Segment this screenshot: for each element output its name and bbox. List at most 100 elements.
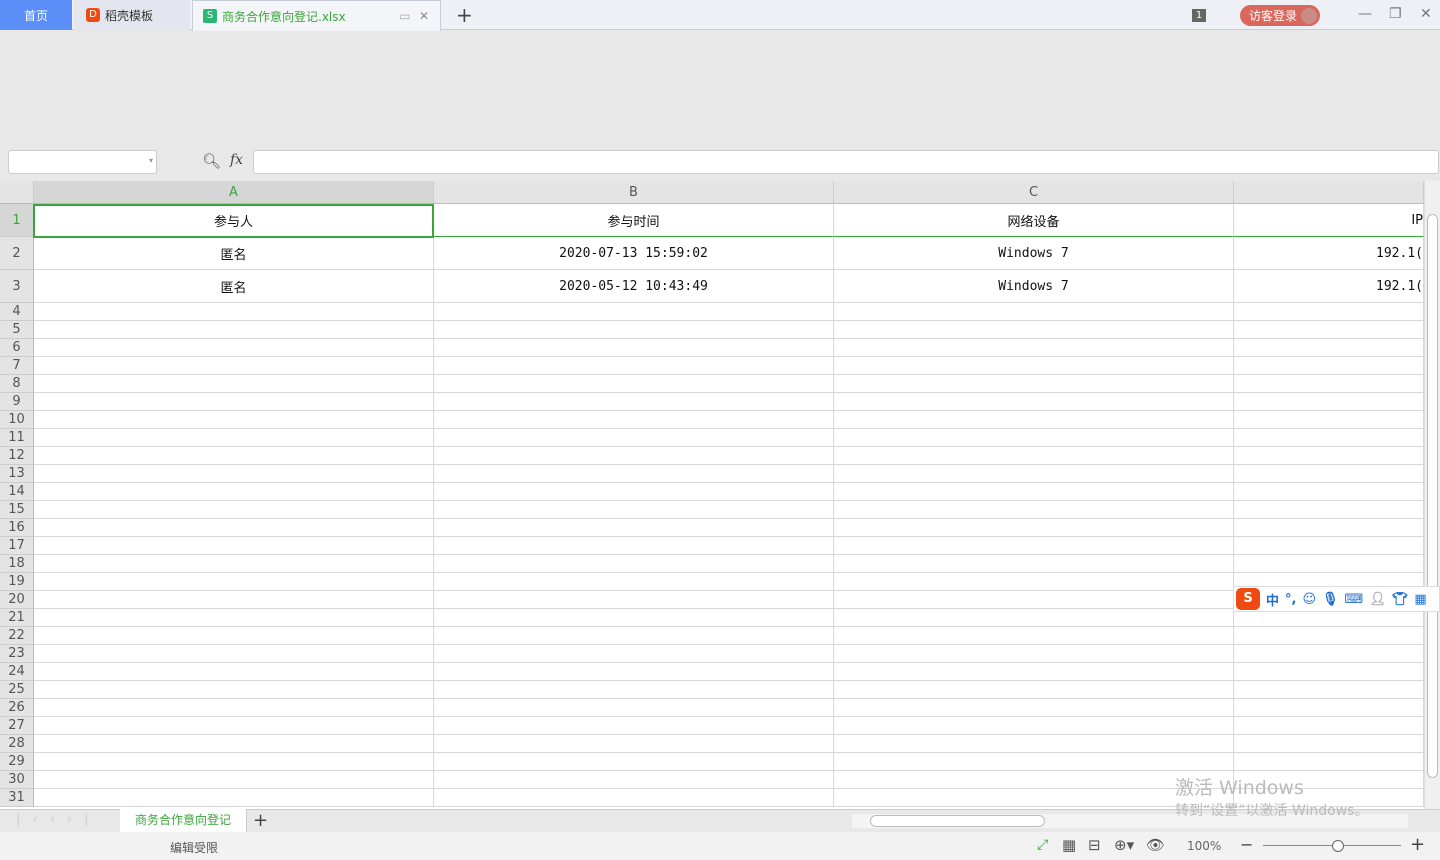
cell[interactable]: [1234, 447, 1424, 465]
window-count-badge[interactable]: 1: [1192, 9, 1206, 22]
row-header[interactable]: 19: [0, 573, 34, 591]
row-header[interactable]: 23: [0, 645, 34, 663]
row-header[interactable]: 13: [0, 465, 34, 483]
cell[interactable]: [34, 627, 434, 645]
cell[interactable]: [434, 393, 834, 411]
cell[interactable]: [834, 627, 1234, 645]
minimize-button[interactable]: —: [1358, 6, 1372, 22]
cell[interactable]: [434, 375, 834, 393]
cell[interactable]: [434, 465, 834, 483]
cell[interactable]: [1234, 717, 1424, 735]
sheet-nav-arrows-icon[interactable]: |‹‹›|: [16, 812, 100, 827]
cell[interactable]: 2020-05-12 10:43:49: [434, 270, 834, 303]
cell[interactable]: [834, 393, 1234, 411]
cell[interactable]: [434, 681, 834, 699]
cell[interactable]: 匿名: [34, 270, 434, 303]
cell[interactable]: [34, 753, 434, 771]
cell[interactable]: [34, 645, 434, 663]
cell[interactable]: [1234, 411, 1424, 429]
cell[interactable]: [1234, 627, 1424, 645]
cell[interactable]: [834, 699, 1234, 717]
cell[interactable]: [34, 519, 434, 537]
column-header[interactable]: A: [34, 181, 434, 204]
column-header[interactable]: [1234, 181, 1424, 204]
zoom-find-icon[interactable]: 🔍︎: [202, 152, 221, 170]
cell[interactable]: [434, 645, 834, 663]
column-header[interactable]: B: [434, 181, 834, 204]
cell[interactable]: [1234, 735, 1424, 753]
vertical-scroll-thumb[interactable]: [1427, 214, 1438, 778]
row-header[interactable]: 24: [0, 663, 34, 681]
name-box[interactable]: ▾: [8, 150, 157, 174]
header-cell[interactable]: 参与时间: [434, 204, 834, 237]
cell[interactable]: [434, 429, 834, 447]
row-header[interactable]: 4: [0, 303, 34, 321]
cell[interactable]: 匿名: [34, 237, 434, 270]
cell[interactable]: [1234, 555, 1424, 573]
cell[interactable]: Windows 7: [834, 237, 1234, 270]
page-break-view-icon[interactable]: ⊟: [1088, 836, 1101, 854]
row-header[interactable]: 1: [0, 204, 34, 237]
cell[interactable]: [834, 663, 1234, 681]
cell[interactable]: [434, 735, 834, 753]
cell[interactable]: [34, 393, 434, 411]
row-header[interactable]: 11: [0, 429, 34, 447]
cell[interactable]: [1234, 519, 1424, 537]
selected-cell-outline[interactable]: [33, 204, 434, 238]
cell[interactable]: [434, 483, 834, 501]
cell[interactable]: [34, 735, 434, 753]
cell[interactable]: [434, 591, 834, 609]
cell[interactable]: [434, 537, 834, 555]
row-header[interactable]: 16: [0, 519, 34, 537]
cell[interactable]: [834, 501, 1234, 519]
cell[interactable]: [1234, 537, 1424, 555]
eye-protection-icon[interactable]: 👁︎: [1146, 836, 1165, 854]
cell[interactable]: [1234, 357, 1424, 375]
cell[interactable]: [434, 411, 834, 429]
cell[interactable]: [434, 627, 834, 645]
row-header[interactable]: 9: [0, 393, 34, 411]
zoom-out-button[interactable]: −: [1240, 835, 1253, 854]
cell[interactable]: [34, 375, 434, 393]
cell[interactable]: [34, 555, 434, 573]
cell[interactable]: [834, 537, 1234, 555]
row-header[interactable]: 29: [0, 753, 34, 771]
cell[interactable]: 2020-07-13 15:59:02: [434, 237, 834, 270]
tab-file[interactable]: S 商务合作意向登记.xlsx ▭ ✕: [192, 0, 441, 31]
cell[interactable]: [834, 321, 1234, 339]
cell[interactable]: [1234, 681, 1424, 699]
cell[interactable]: [34, 321, 434, 339]
cell[interactable]: [834, 465, 1234, 483]
cell[interactable]: [834, 789, 1234, 807]
cell[interactable]: [834, 483, 1234, 501]
cell[interactable]: [434, 321, 834, 339]
cell[interactable]: [434, 339, 834, 357]
cell[interactable]: [34, 447, 434, 465]
add-sheet-button[interactable]: +: [253, 810, 268, 831]
apps-grid-icon[interactable]: ▦: [1414, 592, 1426, 607]
cell[interactable]: [434, 357, 834, 375]
cell[interactable]: [34, 699, 434, 717]
cell[interactable]: [34, 483, 434, 501]
emoji-icon[interactable]: ☺: [1302, 592, 1316, 607]
zoom-slider-thumb[interactable]: [1332, 840, 1344, 852]
ime-punct-toggle[interactable]: °,: [1285, 592, 1296, 607]
cell[interactable]: [34, 591, 434, 609]
cell[interactable]: [434, 609, 834, 627]
cell[interactable]: [834, 303, 1234, 321]
user-icon[interactable]: 👤︎: [1369, 592, 1386, 607]
cell[interactable]: [834, 339, 1234, 357]
cell[interactable]: [1234, 501, 1424, 519]
row-header[interactable]: 17: [0, 537, 34, 555]
cell[interactable]: [1234, 375, 1424, 393]
row-header[interactable]: 6: [0, 339, 34, 357]
row-header[interactable]: 28: [0, 735, 34, 753]
cell[interactable]: [34, 303, 434, 321]
cell[interactable]: [34, 429, 434, 447]
zoom-level[interactable]: 100%: [1187, 839, 1221, 853]
cell[interactable]: 192.1(: [1234, 270, 1424, 303]
cell[interactable]: [34, 789, 434, 807]
reading-layout-icon[interactable]: ⊕▾: [1114, 836, 1134, 854]
row-header[interactable]: 21: [0, 609, 34, 627]
row-header[interactable]: 8: [0, 375, 34, 393]
